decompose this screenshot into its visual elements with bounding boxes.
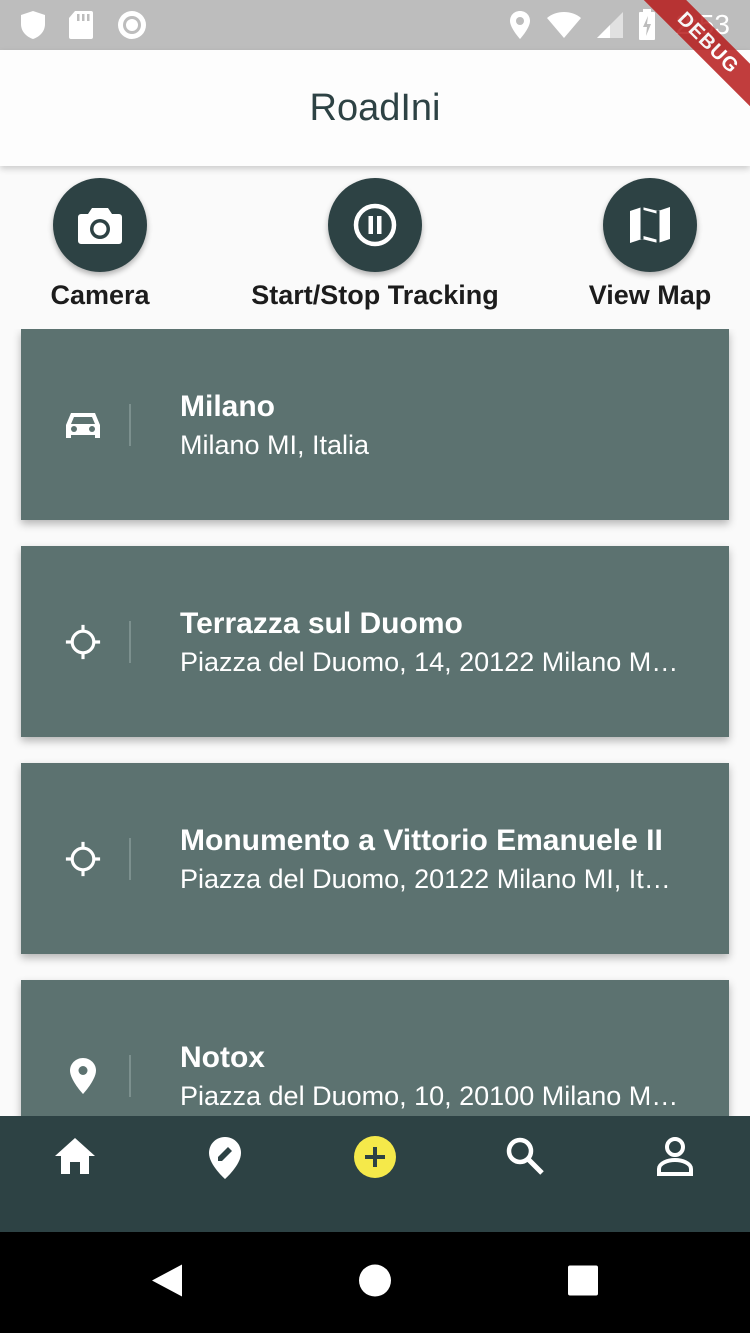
camera-label: Camera	[50, 280, 150, 310]
list-item-divider	[129, 1054, 131, 1097]
list-item[interactable]: Monumento a Vittorio Emanuele II Piazza …	[21, 763, 729, 954]
location-pin-icon	[65, 1057, 101, 1094]
battery-charging-icon	[638, 9, 655, 40]
gps-crosshair-icon	[65, 841, 101, 877]
list-item-subtitle: Piazza del Duomo, 20122 Milano MI, Itali…	[180, 863, 683, 894]
add-circle-icon	[354, 1136, 396, 1178]
car-icon	[65, 407, 101, 443]
back-triangle-icon	[152, 1264, 182, 1296]
system-recents-button[interactable]	[567, 1264, 599, 1301]
home-icon	[55, 1138, 95, 1174]
app-bar: RoadIni	[0, 50, 750, 166]
list-item[interactable]: Milano Milano MI, Italia	[21, 329, 729, 520]
edit-location-icon	[209, 1137, 241, 1179]
location-icon	[509, 11, 530, 39]
person-icon	[657, 1137, 693, 1176]
system-back-button[interactable]	[151, 1263, 183, 1302]
signal-icon	[596, 12, 623, 38]
status-time: 2:53	[675, 9, 731, 40]
nav-search[interactable]	[485, 1136, 565, 1216]
list-item[interactable]: Terrazza sul Duomo Piazza del Duomo, 14,…	[21, 546, 729, 737]
search-icon	[506, 1137, 544, 1175]
tracking-action[interactable]: Start/Stop Tracking	[245, 178, 505, 311]
pause-circle-icon	[353, 203, 397, 247]
camera-action[interactable]: Camera	[50, 178, 150, 311]
recents-square-icon	[568, 1265, 598, 1295]
list-item-divider	[129, 403, 131, 446]
list-item-subtitle: Piazza del Duomo, 14, 20122 Milano MI, I…	[180, 646, 683, 677]
gps-crosshair-icon	[65, 624, 101, 660]
nav-profile[interactable]	[635, 1136, 715, 1216]
nav-home[interactable]	[35, 1136, 115, 1216]
list-item-divider	[129, 620, 131, 663]
home-circle-icon	[359, 1264, 391, 1296]
shield-icon	[21, 11, 45, 39]
nav-add-place[interactable]	[185, 1136, 265, 1216]
bottom-navigation	[0, 1116, 750, 1232]
list-item-title: Milano	[180, 389, 275, 423]
map-icon	[630, 207, 670, 243]
list-item[interactable]: Notox Piazza del Duomo, 10, 20100 Milano…	[21, 980, 729, 1116]
list-item-subtitle: Milano MI, Italia	[180, 429, 370, 460]
list-item-divider	[129, 837, 131, 880]
view-map-action[interactable]: View Map	[580, 178, 720, 311]
page-title: RoadIni	[309, 86, 441, 129]
nav-add[interactable]	[335, 1136, 415, 1216]
list-item-subtitle: Piazza del Duomo, 10, 20100 Milano MI, I…	[180, 1080, 683, 1111]
tracking-label: Start/Stop Tracking	[251, 280, 499, 310]
action-row: Camera Start/Stop Tracking View Map	[0, 178, 750, 318]
list-item-title: Notox	[180, 1040, 265, 1074]
view-map-label: View Map	[588, 280, 712, 310]
tracking-button[interactable]	[328, 178, 422, 272]
camera-button[interactable]	[53, 178, 147, 272]
system-navigation-bar	[0, 1232, 750, 1333]
view-map-button[interactable]	[603, 178, 697, 272]
sd-card-icon	[69, 11, 93, 39]
camera-icon	[78, 208, 122, 244]
list-item-title: Terrazza sul Duomo	[180, 606, 463, 640]
system-home-button[interactable]	[358, 1263, 392, 1302]
status-bar: 2:53	[0, 0, 750, 50]
sync-circle-icon	[118, 11, 146, 39]
wifi-icon	[546, 12, 581, 38]
list-item-title: Monumento a Vittorio Emanuele II	[180, 823, 663, 857]
places-list[interactable]: Milano Milano MI, Italia Terrazza sul Du…	[0, 329, 750, 1116]
